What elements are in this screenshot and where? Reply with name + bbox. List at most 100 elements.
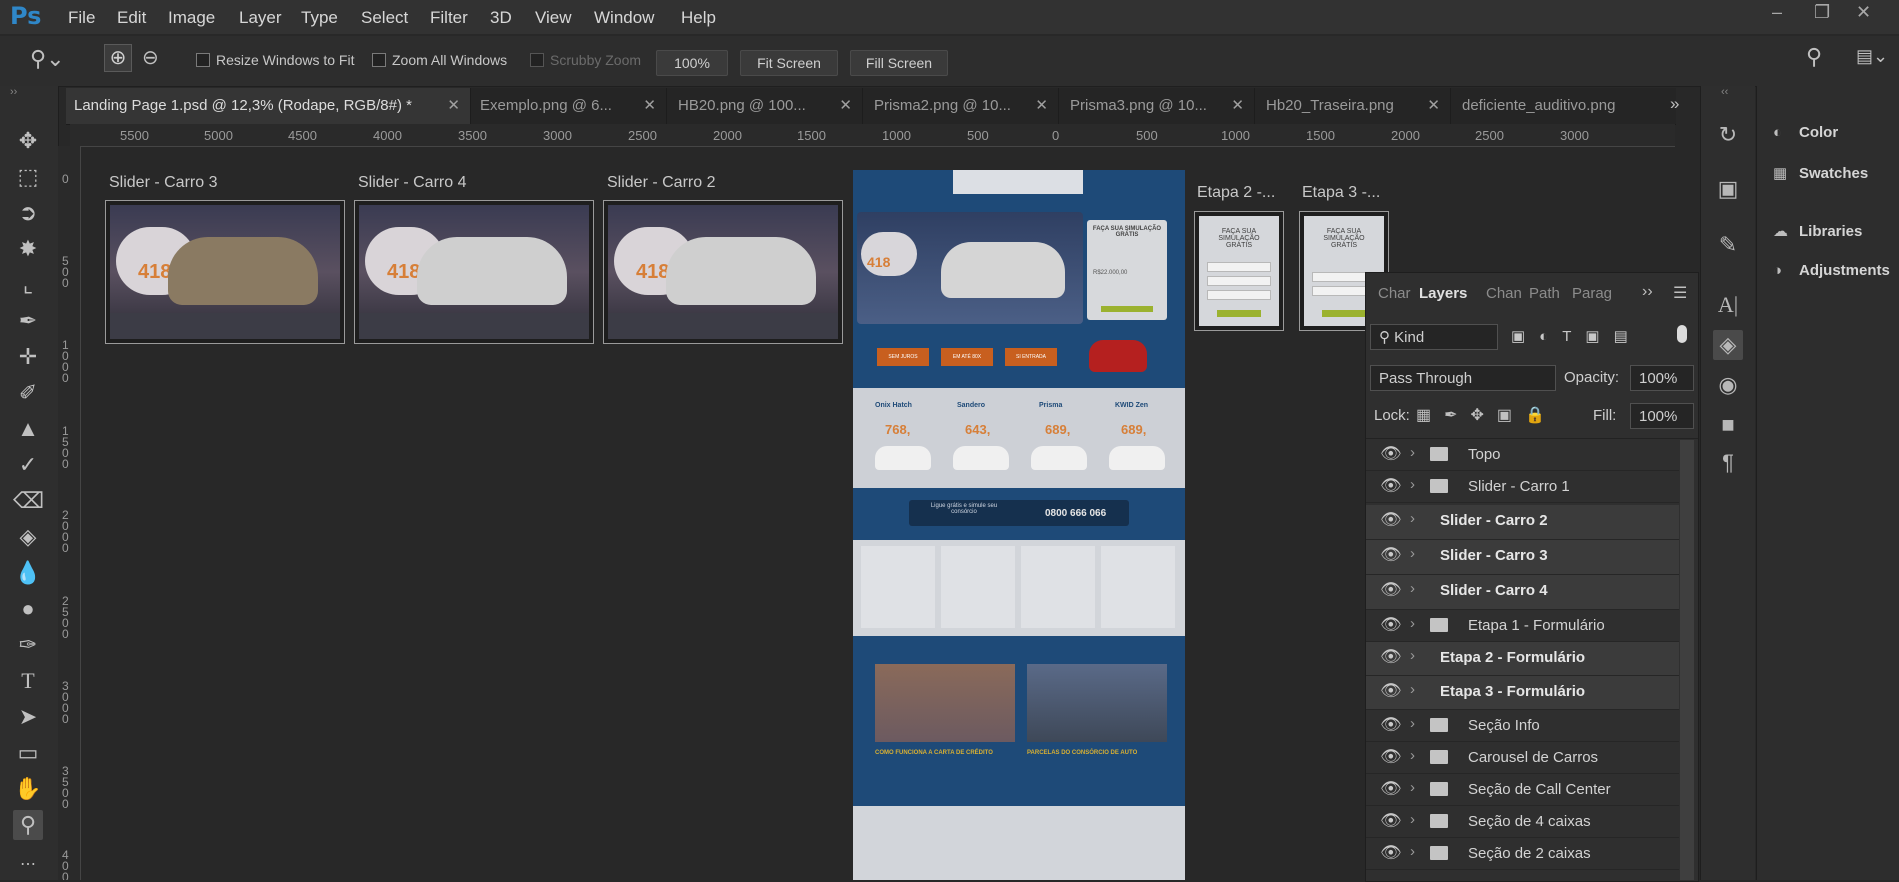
zoom-out-icon[interactable]: ⊖ [142, 45, 159, 70]
filter-toggle[interactable] [1677, 325, 1687, 343]
visibility-eye-icon[interactable]: 👁 [1380, 580, 1402, 600]
layer-row-call-center[interactable]: 👁 › Seção de Call Center [1366, 774, 1679, 806]
marquee-tool-icon[interactable]: ⬚ [13, 162, 43, 192]
zoom-100-button[interactable]: 100% [656, 50, 728, 76]
expand-chevron-icon[interactable]: › [1410, 545, 1415, 562]
crop-tool-icon[interactable]: ⌞ [13, 270, 43, 300]
tab-paths[interactable]: Path [1529, 285, 1560, 302]
healing-brush-tool-icon[interactable]: ✛ [13, 342, 43, 372]
zoom-tool-icon[interactable]: ⚲ [13, 810, 43, 840]
filter-kind-select[interactable]: ⚲ Kind [1370, 324, 1498, 350]
layer-row-secao-info[interactable]: 👁 › Seção Info [1366, 710, 1679, 742]
layer-filter-icons[interactable]: ▣◐T▣▤ [1511, 327, 1642, 345]
menu-select[interactable]: Select [361, 8, 408, 28]
more-tools-icon[interactable]: ⋯ [13, 850, 43, 880]
layer-row-4-caixas[interactable]: 👁 › Seção de 4 caixas [1366, 806, 1679, 838]
dock-color[interactable]: ◐ Color [1773, 124, 1838, 141]
close-tab-icon[interactable]: ✕ [1427, 88, 1440, 124]
visibility-eye-icon[interactable]: 👁 [1380, 647, 1402, 667]
tab-channels[interactable]: Chan [1486, 285, 1522, 302]
paint-bucket-tool-icon[interactable]: ◈ [13, 522, 43, 552]
layers-icon[interactable]: ◈ [1713, 330, 1743, 360]
layer-row-topo[interactable]: 👁 › Topo [1366, 439, 1679, 471]
visibility-eye-icon[interactable]: 👁 [1380, 747, 1402, 767]
expand-chevron-icon[interactable]: › [1410, 715, 1415, 732]
tab-hb20[interactable]: HB20.png @ 100... ✕ [658, 88, 863, 124]
layer-row-slider-carro-2[interactable]: 👁 › Slider - Carro 2 [1366, 505, 1679, 540]
layers-scrollbar[interactable] [1680, 440, 1694, 880]
clone-stamp-tool-icon[interactable]: ▲ [13, 414, 43, 444]
visibility-eye-icon[interactable]: 👁 [1380, 811, 1402, 831]
paths-icon[interactable]: ■ [1713, 410, 1743, 440]
layer-row-2-caixas[interactable]: 👁 › Seção de 2 caixas [1366, 838, 1679, 870]
search-icon[interactable]: ⚲ [1806, 44, 1822, 70]
expand-chevron-icon[interactable]: › [1410, 510, 1415, 527]
expand-chevron-icon[interactable]: › [1410, 681, 1415, 698]
visibility-eye-icon[interactable]: 👁 [1380, 545, 1402, 565]
eyedropper-tool-icon[interactable]: ✒ [13, 306, 43, 336]
expand-chevron-icon[interactable]: › [1410, 580, 1415, 597]
menu-layer[interactable]: Layer [239, 8, 282, 28]
paragraph-icon[interactable]: ¶ [1713, 448, 1743, 478]
eraser-tool-icon[interactable]: ⌫ [13, 486, 44, 516]
lasso-tool-icon[interactable]: ➲ [13, 198, 43, 228]
menu-3d[interactable]: 3D [490, 8, 512, 28]
menu-type[interactable]: Type [301, 8, 338, 28]
layer-row-etapa-2[interactable]: 👁 › Etapa 2 - Formulário [1366, 642, 1679, 676]
lock-icons[interactable]: ▦✒✥▣🔒 [1416, 405, 1558, 425]
3d-icon[interactable]: ▣ [1713, 174, 1743, 204]
restore-button[interactable]: ❐ [1814, 2, 1830, 23]
fill-screen-button[interactable]: Fill Screen [850, 50, 948, 76]
expand-chevron-icon[interactable]: › [1410, 811, 1415, 828]
move-tool-icon[interactable]: ✥ [13, 126, 43, 156]
brush-tool-icon[interactable]: ✐ [13, 378, 43, 408]
hand-tool-icon[interactable]: ✋ [13, 774, 43, 804]
panel-menu-icon[interactable]: ☰ [1673, 283, 1687, 303]
history-icon[interactable]: ↻ [1713, 120, 1743, 150]
tab-landing-page[interactable]: Landing Page 1.psd @ 12,3% (Rodape, RGB/… [66, 88, 471, 124]
dock-swatches[interactable]: ▦ Swatches [1773, 164, 1868, 182]
blend-mode-select[interactable]: Pass Through [1370, 365, 1556, 391]
layer-row-slider-carro-1[interactable]: 👁 › Slider - Carro 1 [1366, 471, 1679, 503]
expand-chevron-icon[interactable]: › [1410, 476, 1415, 493]
visibility-eye-icon[interactable]: 👁 [1380, 681, 1402, 701]
tab-exemplo[interactable]: Exemplo.png @ 6... ✕ [462, 88, 667, 124]
zoom-all-windows-checkbox[interactable]: Zoom All Windows [372, 52, 507, 68]
menu-window[interactable]: Window [594, 8, 654, 28]
workspace-icon[interactable]: ▤⌄ [1856, 46, 1888, 67]
visibility-eye-icon[interactable]: 👁 [1380, 476, 1402, 496]
menu-edit[interactable]: Edit [117, 8, 146, 28]
panel-collapse-icon[interactable]: ›› [1642, 283, 1653, 301]
dock-adjustments[interactable]: ◑ Adjustments [1773, 262, 1890, 279]
tab-character[interactable]: Char [1378, 285, 1411, 302]
menu-file[interactable]: File [68, 8, 95, 28]
visibility-eye-icon[interactable]: 👁 [1380, 843, 1402, 863]
expand-chevron-icon[interactable]: › [1410, 779, 1415, 796]
artboard-slider-carro-2[interactable]: 418 [603, 200, 843, 344]
close-tab-icon[interactable]: ✕ [839, 88, 852, 124]
tab-deficiente-auditivo[interactable]: deficiente_auditivo.png [1442, 88, 1684, 124]
close-tab-icon[interactable]: ✕ [1231, 88, 1244, 124]
scrubby-zoom-checkbox[interactable]: Scrubby Zoom [530, 52, 641, 68]
channels-icon[interactable]: ◉ [1713, 370, 1743, 400]
visibility-eye-icon[interactable]: 👁 [1380, 779, 1402, 799]
menu-filter[interactable]: Filter [430, 8, 468, 28]
opacity-input[interactable]: 100% [1630, 365, 1694, 391]
fit-screen-button[interactable]: Fit Screen [740, 50, 838, 76]
path-selection-tool-icon[interactable]: ➤ [13, 702, 43, 732]
resize-windows-checkbox[interactable]: Resize Windows to Fit [196, 52, 354, 68]
expand-chevron-icon[interactable]: › [1410, 444, 1415, 461]
magic-wand-tool-icon[interactable]: ✸ [13, 234, 43, 264]
tab-layers[interactable]: Layers [1419, 285, 1467, 302]
layer-row-slider-carro-3[interactable]: 👁 › Slider - Carro 3 [1366, 540, 1679, 575]
menu-image[interactable]: Image [168, 8, 215, 28]
fill-input[interactable]: 100% [1630, 403, 1694, 429]
tab-hb20-traseira[interactable]: Hb20_Traseira.png ✕ [1246, 88, 1451, 124]
layer-row-etapa-1[interactable]: 👁 › Etapa 1 - Formulário [1366, 610, 1679, 642]
artboard-etapa-2[interactable]: FAÇA SUA SIMULAÇÃO GRÁTIS [1194, 211, 1284, 331]
blur-tool-icon[interactable]: 💧 [13, 558, 43, 588]
landing-page-artboard[interactable]: 418 FAÇA SUA SIMULAÇÃO GRÁTIS R$22.000,0… [853, 170, 1185, 880]
menu-view[interactable]: View [535, 8, 572, 28]
close-window-button[interactable]: ✕ [1856, 2, 1871, 23]
collapse-strip-icon[interactable]: ‹‹ [1721, 86, 1728, 98]
